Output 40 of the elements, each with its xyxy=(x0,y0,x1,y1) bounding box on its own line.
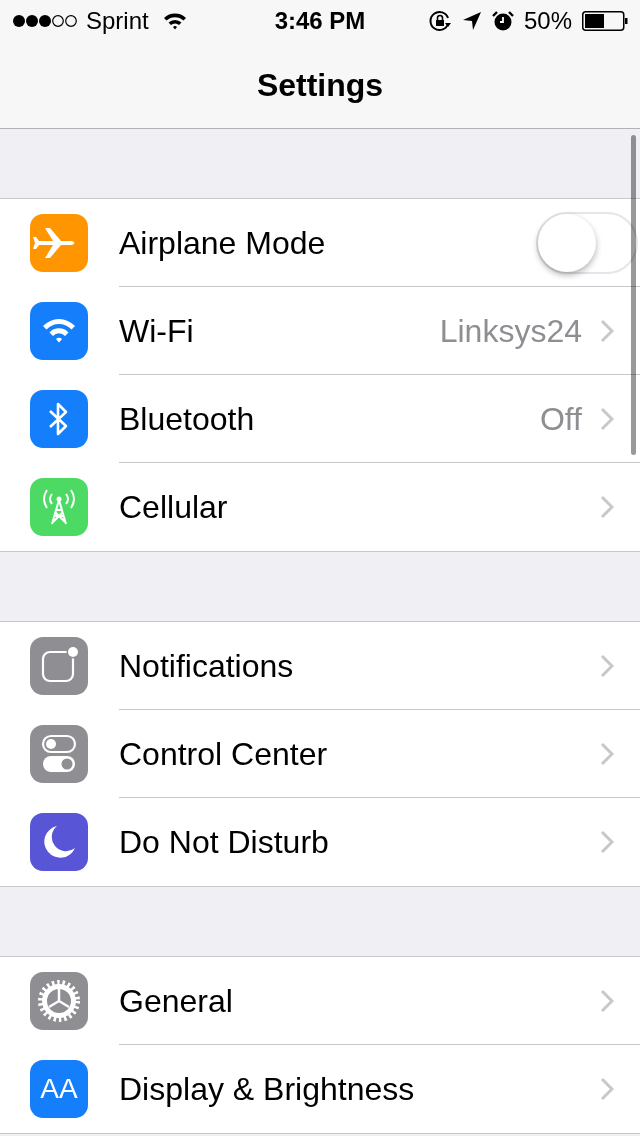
rotation-lock-icon xyxy=(427,9,452,33)
chevron-icon xyxy=(600,318,614,343)
toggle-switch[interactable] xyxy=(536,211,638,274)
settings-row[interactable]: Do Not Disturb xyxy=(0,798,640,886)
chevron-icon xyxy=(600,830,614,854)
settings-row[interactable]: General xyxy=(0,957,640,1045)
row-label: Display & Brightness xyxy=(119,1070,415,1109)
screen-title: Settings xyxy=(256,66,384,105)
settings-row[interactable]: Notifications xyxy=(0,622,640,710)
signal-strength-icon xyxy=(12,14,78,28)
row-label: Wi-Fi xyxy=(119,311,194,351)
row-value: Linksys24 xyxy=(439,311,582,351)
settings-row[interactable]: Cellular xyxy=(0,463,640,551)
wifi-icon xyxy=(162,12,187,30)
alarm-clock-icon xyxy=(491,10,514,32)
chevron-icon xyxy=(600,1077,614,1101)
row-label: Control Center xyxy=(119,734,328,774)
status-time: 3:46 PM xyxy=(274,6,366,36)
chevron-icon xyxy=(600,406,614,431)
row-value: Off xyxy=(539,399,582,439)
row-label: General xyxy=(119,981,233,1021)
row-label: Bluetooth xyxy=(119,399,255,439)
chevron-icon xyxy=(600,988,614,1013)
location-arrow-icon xyxy=(461,11,482,31)
settings-row[interactable]: AA Display & Brightness xyxy=(0,1045,640,1133)
chevron-icon xyxy=(600,741,614,766)
battery-percentage: 50% xyxy=(523,6,572,36)
carrier-name: Sprint xyxy=(86,6,149,36)
row-label: Notifications xyxy=(119,646,294,686)
chevron-icon xyxy=(600,495,614,519)
row-label: Cellular xyxy=(119,488,228,527)
settings-row[interactable]: Control Center xyxy=(0,710,640,798)
row-label: Do Not Disturb xyxy=(119,823,329,862)
chevron-icon xyxy=(600,653,614,678)
text-size-icon: AA xyxy=(30,1060,88,1118)
settings-row[interactable]: Bluetooth Off xyxy=(0,375,640,463)
settings-row[interactable]: Airplane Mode xyxy=(0,199,640,287)
row-label: Airplane Mode xyxy=(119,223,326,263)
settings-row[interactable]: Wi-Fi Linksys24 xyxy=(0,287,640,375)
battery-icon xyxy=(582,11,628,31)
